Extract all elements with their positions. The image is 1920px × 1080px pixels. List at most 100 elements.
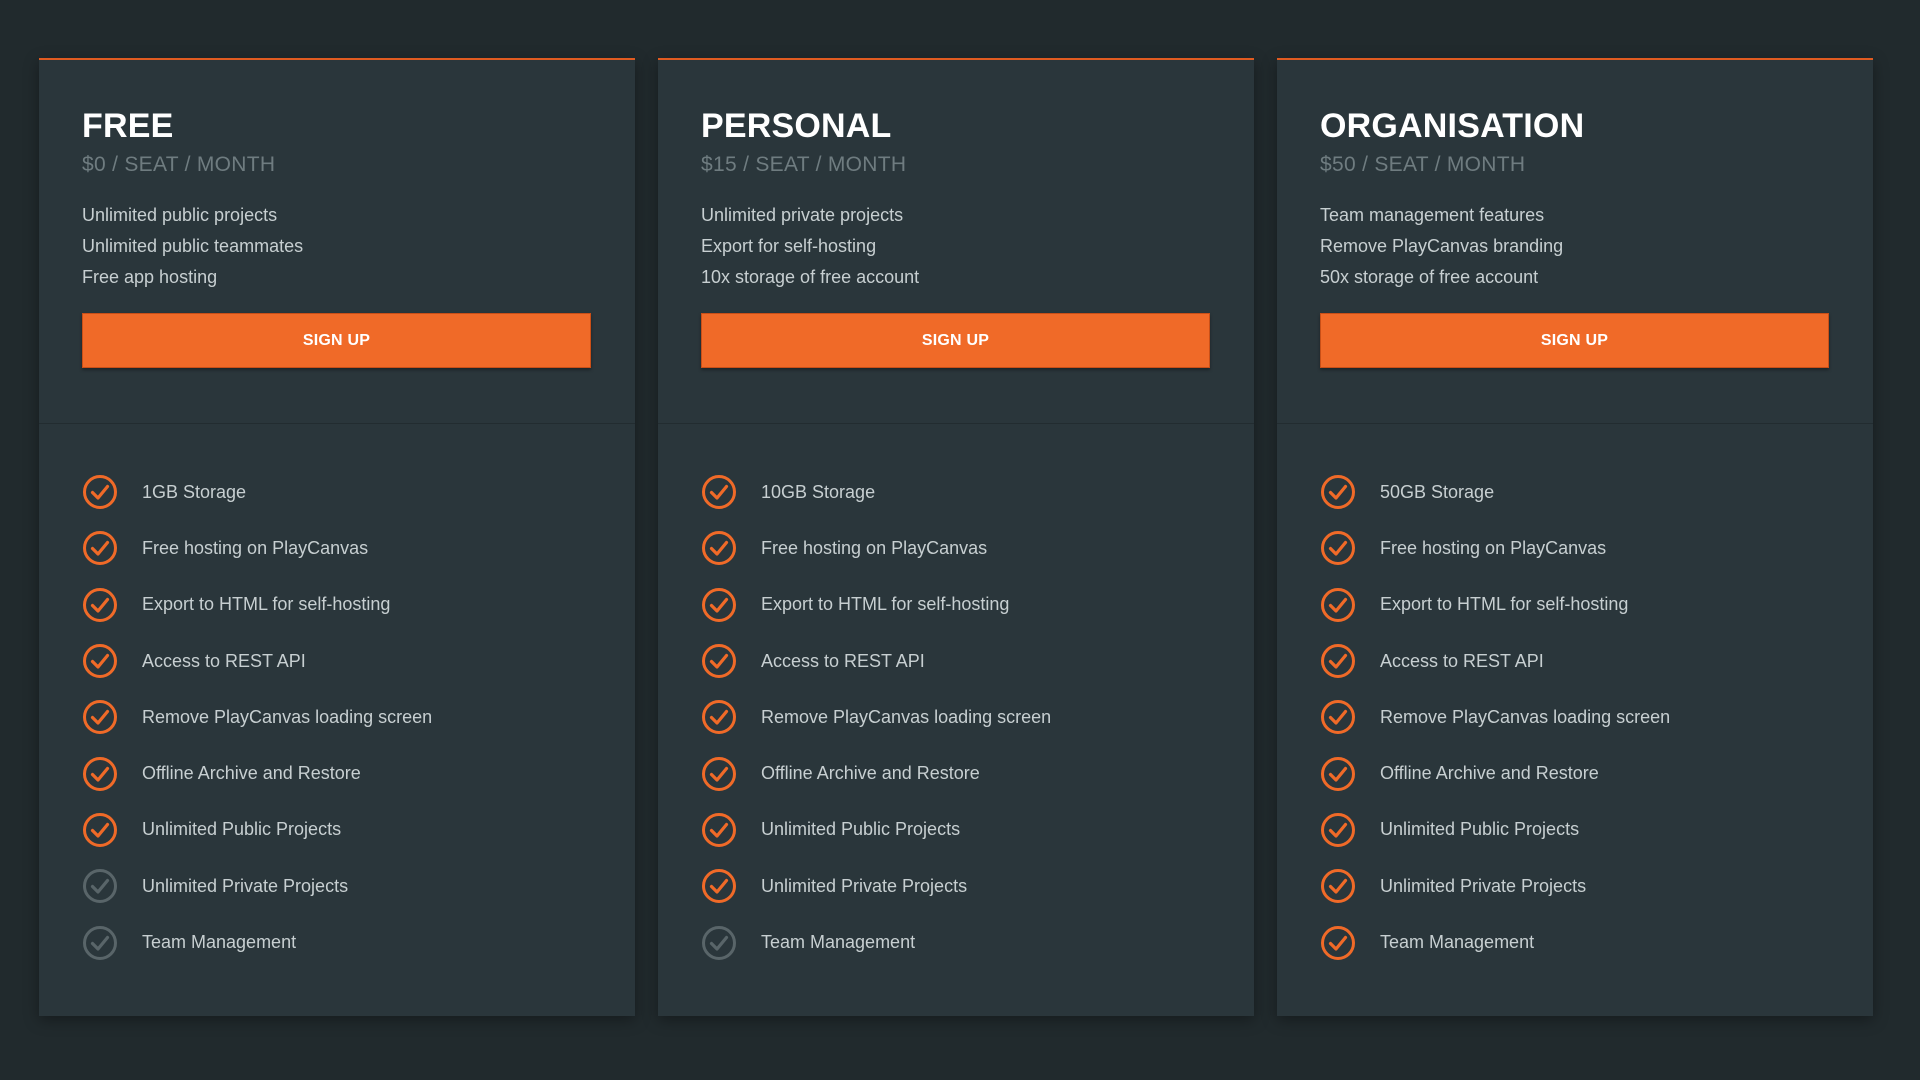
- feature-item: Team Management: [701, 914, 1254, 970]
- plan-name: ORGANISATION: [1320, 107, 1585, 145]
- feature-item: Unlimited Private Projects: [82, 858, 635, 914]
- feature-label: Export to HTML for self-hosting: [761, 594, 1010, 615]
- plan-name: FREE: [82, 107, 174, 145]
- check-circle-icon: [83, 587, 117, 622]
- pricing-plans: FREE $0 / SEAT / MONTH Unlimited public …: [39, 58, 1873, 1016]
- check-circle-icon: [702, 756, 736, 791]
- plan-price: $0 / SEAT / MONTH: [82, 153, 276, 176]
- feature-item: Free hosting on PlayCanvas: [82, 520, 635, 576]
- feature-list: 50GB Storage Free hosting on PlayCanvas Ex…: [1277, 424, 1873, 971]
- plan-header: PERSONAL $15 / SEAT / MONTH Unlimited pr…: [658, 60, 1254, 424]
- sign-up-button-free[interactable]: SIGN UP: [82, 313, 591, 368]
- check-circle-icon: [83, 531, 117, 566]
- plan-price: $15 / SEAT / MONTH: [701, 153, 907, 176]
- check-circle-icon: [1321, 644, 1355, 679]
- check-circle-icon: [83, 925, 117, 960]
- feature-item: Remove PlayCanvas loading screen: [82, 689, 635, 745]
- check-circle-icon: [702, 812, 736, 847]
- feature-item: 1GB Storage: [82, 464, 635, 520]
- feature-label: Export to HTML for self-hosting: [142, 594, 391, 615]
- plan-highlight: 50x storage of free account: [1320, 267, 1539, 287]
- plan-highlights: Team management features Remove PlayCanv…: [1320, 200, 1830, 293]
- feature-item: Unlimited Public Projects: [82, 802, 635, 858]
- feature-list: 1GB Storage Free hosting on PlayCanvas Exp…: [39, 424, 635, 971]
- plan-header: FREE $0 / SEAT / MONTH Unlimited public …: [39, 60, 635, 424]
- plan-highlight: 10x storage of free account: [701, 267, 920, 287]
- feature-item: 10GB Storage: [701, 464, 1254, 520]
- feature-item: Remove PlayCanvas loading screen: [701, 689, 1254, 745]
- check-circle-icon: [702, 869, 736, 904]
- check-circle-icon: [83, 475, 117, 510]
- plan-card-free: FREE $0 / SEAT / MONTH Unlimited public …: [39, 58, 635, 1016]
- feature-item: Offline Archive and Restore: [1320, 745, 1873, 801]
- feature-item: Free hosting on PlayCanvas: [1320, 520, 1873, 576]
- check-circle-icon: [1321, 700, 1355, 735]
- feature-item: Team Management: [1320, 914, 1873, 970]
- feature-label: Unlimited Private Projects: [761, 875, 968, 896]
- feature-label: Access to REST API: [761, 650, 925, 671]
- check-circle-icon: [83, 644, 117, 679]
- check-circle-icon: [1321, 756, 1355, 791]
- check-circle-icon: [1321, 531, 1355, 566]
- feature-label: Export to HTML for self-hosting: [1380, 594, 1629, 615]
- check-circle-icon: [83, 700, 117, 735]
- feature-item: Access to REST API: [701, 633, 1254, 689]
- check-circle-icon: [1321, 925, 1355, 960]
- feature-label: 50GB Storage: [1380, 481, 1495, 502]
- plan-highlight: Free app hosting: [82, 267, 218, 287]
- feature-label: Remove PlayCanvas loading screen: [1380, 706, 1671, 727]
- feature-label: Remove PlayCanvas loading screen: [761, 706, 1052, 727]
- plan-highlights: Unlimited public projects Unlimited publ…: [82, 200, 592, 293]
- plan-card-personal: PERSONAL $15 / SEAT / MONTH Unlimited pr…: [658, 58, 1254, 1016]
- sign-up-button-personal[interactable]: SIGN UP: [701, 313, 1210, 368]
- feature-label: 10GB Storage: [761, 481, 876, 502]
- feature-label: Unlimited Public Projects: [1380, 819, 1580, 840]
- check-circle-icon: [1321, 812, 1355, 847]
- feature-label: Team Management: [761, 932, 916, 953]
- feature-item: Team Management: [82, 914, 635, 970]
- check-circle-icon: [83, 869, 117, 904]
- feature-label: Unlimited Public Projects: [142, 819, 342, 840]
- check-circle-icon: [1321, 587, 1355, 622]
- plan-price: $50 / SEAT / MONTH: [1320, 153, 1526, 176]
- plan-header: ORGANISATION $50 / SEAT / MONTH Team man…: [1277, 60, 1873, 424]
- feature-label: Offline Archive and Restore: [1380, 763, 1599, 784]
- check-circle-icon: [83, 756, 117, 791]
- check-circle-icon: [702, 531, 736, 566]
- feature-label: Access to REST API: [142, 650, 306, 671]
- feature-item: Free hosting on PlayCanvas: [701, 520, 1254, 576]
- feature-item: Export to HTML for self-hosting: [701, 577, 1254, 633]
- feature-item: Access to REST API: [82, 633, 635, 689]
- check-circle-icon: [1321, 475, 1355, 510]
- feature-item: Access to REST API: [1320, 633, 1873, 689]
- sign-up-button-organisation[interactable]: SIGN UP: [1320, 313, 1829, 368]
- plan-highlight: Team management features: [1320, 205, 1545, 225]
- feature-item: Unlimited Private Projects: [701, 858, 1254, 914]
- plan-highlight: Unlimited private projects: [701, 205, 904, 225]
- feature-list: 10GB Storage Free hosting on PlayCanvas Ex…: [658, 424, 1254, 971]
- feature-label: Offline Archive and Restore: [142, 763, 361, 784]
- feature-label: Free hosting on PlayCanvas: [1380, 537, 1607, 558]
- plan-name: PERSONAL: [701, 107, 892, 145]
- plan-highlight: Unlimited public teammates: [82, 236, 304, 256]
- plan-highlight: Remove PlayCanvas branding: [1320, 236, 1564, 256]
- feature-label: Remove PlayCanvas loading screen: [142, 706, 433, 727]
- check-circle-icon: [83, 812, 117, 847]
- feature-label: 1GB Storage: [142, 481, 247, 502]
- feature-item: Export to HTML for self-hosting: [1320, 577, 1873, 633]
- feature-label: Team Management: [1380, 932, 1535, 953]
- plan-highlights: Unlimited private projects Export for se…: [701, 200, 1211, 293]
- feature-label: Unlimited Private Projects: [1380, 875, 1587, 896]
- check-circle-icon: [702, 700, 736, 735]
- feature-item: Export to HTML for self-hosting: [82, 577, 635, 633]
- feature-label: Team Management: [142, 932, 297, 953]
- feature-item: Offline Archive and Restore: [701, 745, 1254, 801]
- check-circle-icon: [1321, 869, 1355, 904]
- check-circle-icon: [702, 475, 736, 510]
- feature-label: Offline Archive and Restore: [761, 763, 980, 784]
- feature-item: Unlimited Private Projects: [1320, 858, 1873, 914]
- feature-item: Offline Archive and Restore: [82, 745, 635, 801]
- feature-item: Unlimited Public Projects: [1320, 802, 1873, 858]
- check-circle-icon: [702, 925, 736, 960]
- feature-label: Access to REST API: [1380, 650, 1544, 671]
